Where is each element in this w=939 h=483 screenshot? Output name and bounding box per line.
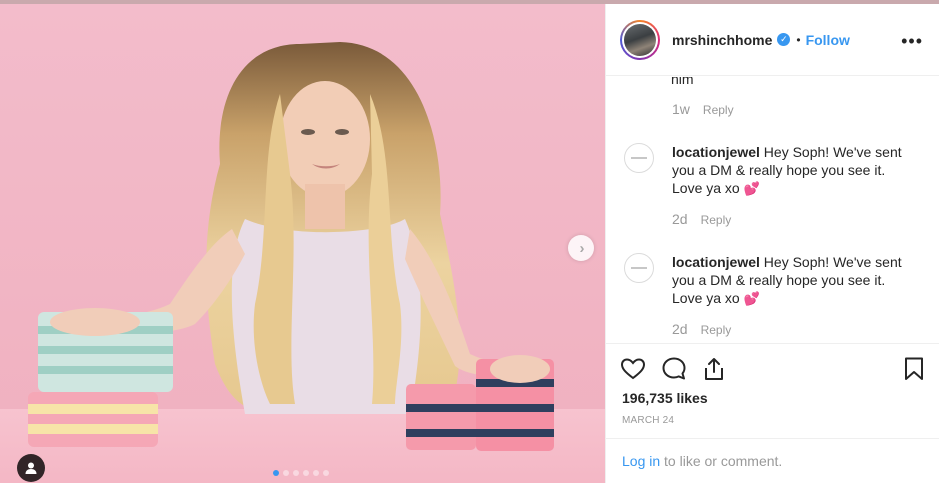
chevron-right-icon: › — [579, 239, 585, 257]
like-count[interactable]: 196,735 likes — [622, 390, 708, 406]
carousel-next-button[interactable]: › — [568, 235, 594, 261]
carousel-indicators — [273, 470, 329, 476]
login-prompt-text: to like or comment. — [660, 453, 783, 469]
two-hearts-emoji: 💕 — [743, 181, 760, 196]
post-actions: 196,735 likes MARCH 24 — [606, 343, 939, 438]
comment-meta: 2d Reply — [672, 321, 731, 337]
carousel-dot — [313, 470, 319, 476]
commenter-username[interactable]: locationjewel — [672, 144, 760, 160]
comment-age: 2d — [672, 211, 688, 227]
comment-meta: 1w Reply — [672, 101, 734, 117]
two-hearts-emoji: 💕 — [743, 291, 760, 306]
login-prompt: Log in to like or comment. — [606, 438, 939, 483]
commenter-username[interactable]: locationjewel — [672, 254, 760, 270]
carousel-dot — [283, 470, 289, 476]
comment-age: 1w — [672, 101, 690, 117]
user-icon — [25, 462, 37, 474]
comments-list[interactable]: him 1w Reply locationjewel Hey Soph! We'… — [606, 77, 939, 343]
comment-icon[interactable] — [661, 356, 687, 382]
post-author-username[interactable]: mrshinchhome — [672, 32, 772, 48]
post-date[interactable]: MARCH 24 — [622, 415, 674, 426]
reply-button[interactable]: Reply — [703, 103, 734, 117]
commenter-avatar[interactable] — [624, 253, 654, 283]
heart-icon[interactable] — [620, 356, 646, 382]
login-link[interactable]: Log in — [622, 453, 660, 469]
story-ring-avatar[interactable] — [620, 19, 660, 60]
comment-age: 2d — [672, 321, 688, 337]
carousel-dot — [303, 470, 309, 476]
reply-button[interactable]: Reply — [701, 213, 732, 227]
share-icon[interactable] — [701, 356, 727, 382]
bookmark-icon[interactable] — [901, 356, 927, 382]
post-photo — [0, 4, 605, 483]
comment-text-partial: him — [671, 77, 694, 87]
verified-badge-icon: ✓ — [777, 33, 791, 46]
reply-button[interactable]: Reply — [701, 323, 732, 337]
tagged-users-button[interactable] — [17, 454, 45, 482]
carousel-dot — [273, 470, 279, 476]
follow-button[interactable]: Follow — [806, 32, 850, 48]
comment-item: locationjewel Hey Soph! We've sent you a… — [624, 143, 924, 198]
instagram-post-view: › mrshinchhome ✓ • Follow ••• him 1w Rep… — [0, 0, 939, 483]
carousel-dot — [293, 470, 299, 476]
avatar — [624, 23, 656, 56]
comment-meta: 2d Reply — [672, 211, 731, 227]
post-header: mrshinchhome ✓ • Follow ••• — [606, 4, 939, 76]
post-sidebar: mrshinchhome ✓ • Follow ••• him 1w Reply… — [605, 4, 939, 483]
post-media[interactable]: › — [0, 4, 605, 483]
commenter-avatar[interactable] — [624, 143, 654, 173]
more-options-icon[interactable]: ••• — [901, 32, 923, 50]
separator-dot: • — [796, 32, 801, 47]
comment-item: locationjewel Hey Soph! We've sent you a… — [624, 253, 924, 308]
carousel-dot — [323, 470, 329, 476]
